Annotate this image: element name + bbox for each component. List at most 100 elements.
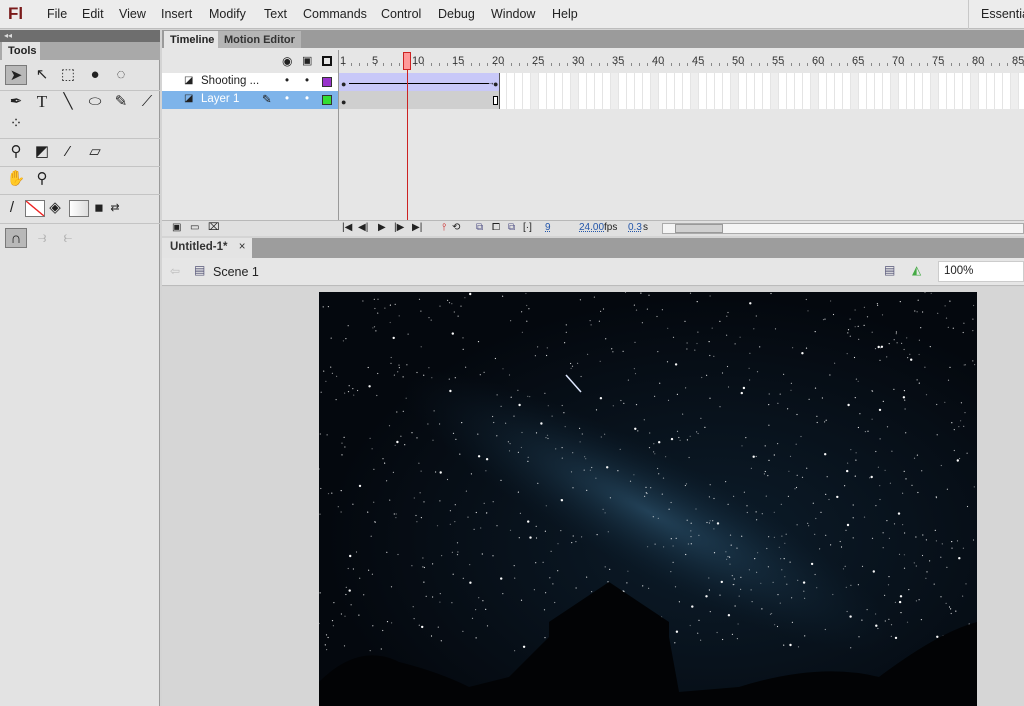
frame-cell[interactable]	[859, 91, 867, 109]
frame-cell[interactable]	[595, 91, 603, 109]
frame-cell[interactable]	[795, 91, 803, 109]
frame-cell[interactable]	[427, 91, 435, 109]
deco-tool-icon[interactable]: ⁘	[5, 114, 27, 134]
fill-color-swatch[interactable]	[69, 200, 89, 217]
frame-cell[interactable]	[443, 73, 451, 91]
black-white-icon[interactable]: ◼	[92, 198, 106, 218]
frame-cell[interactable]	[883, 91, 891, 109]
swap-colors-icon[interactable]: ⇄	[107, 198, 123, 218]
frame-cell[interactable]	[763, 73, 771, 91]
frame-cell[interactable]	[459, 73, 467, 91]
frame-cell[interactable]	[651, 91, 659, 109]
frame-cell[interactable]	[499, 91, 507, 109]
edit-symbols-icon[interactable]: ◭	[912, 263, 921, 277]
snap-to-objects-icon[interactable]: ∩	[5, 228, 27, 248]
frame-cell[interactable]	[1011, 73, 1019, 91]
frame-cell[interactable]	[635, 73, 643, 91]
frame-cell[interactable]	[891, 73, 899, 91]
onion-outlines-icon[interactable]: ⧠	[492, 222, 500, 233]
layer-row[interactable]: ◪ Shooting ... • •	[162, 73, 338, 91]
pen-tool-icon[interactable]: ✒	[5, 92, 27, 112]
tab-timeline[interactable]: Timeline	[164, 31, 221, 48]
eye-icon[interactable]: ◉	[282, 54, 292, 68]
frame-cell[interactable]	[739, 73, 747, 91]
frame-cell[interactable]	[531, 91, 539, 109]
frame-cell[interactable]	[1003, 91, 1011, 109]
frame-cell[interactable]	[1019, 73, 1024, 91]
frame-cell[interactable]	[787, 91, 795, 109]
frame-cell[interactable]	[699, 91, 707, 109]
frame-cell[interactable]	[963, 73, 971, 91]
frames-area[interactable]: 1 5 10 15 20 25 30 35 40 45 50 55 60 65 70 75 80 85 ● → ● ●	[338, 50, 1024, 220]
lock-dot[interactable]: •	[305, 93, 309, 105]
frame-cell[interactable]	[667, 73, 675, 91]
frame-cell[interactable]	[827, 73, 835, 91]
frame-cell[interactable]	[699, 73, 707, 91]
frame-cell[interactable]	[379, 91, 387, 109]
zoom-field[interactable]: 100%	[938, 261, 1024, 282]
frame-cell[interactable]	[523, 91, 531, 109]
frame-cell[interactable]	[579, 73, 587, 91]
close-tab-button[interactable]: ×	[239, 241, 246, 253]
frame-cell[interactable]	[675, 91, 683, 109]
frame-cell[interactable]	[955, 91, 963, 109]
frame-cell[interactable]	[931, 73, 939, 91]
workspace-switcher[interactable]: Essentials	[968, 0, 1024, 29]
selection-tool-icon[interactable]: ➤	[5, 65, 27, 85]
frame-cell[interactable]	[603, 91, 611, 109]
frame-cell[interactable]	[555, 91, 563, 109]
frame-cell[interactable]	[627, 73, 635, 91]
frame-cell[interactable]	[803, 91, 811, 109]
frame-cell[interactable]	[643, 91, 651, 109]
frame-cell[interactable]	[883, 73, 891, 91]
frame-cell[interactable]	[707, 73, 715, 91]
frame-cell[interactable]	[955, 73, 963, 91]
frame-cell[interactable]	[683, 73, 691, 91]
step-back-icon[interactable]: ◀|	[358, 222, 368, 233]
frame-cell[interactable]	[435, 73, 443, 91]
frame-cell[interactable]	[531, 73, 539, 91]
frame-cell[interactable]	[947, 73, 955, 91]
menu-commands[interactable]: Commands	[303, 7, 367, 21]
frame-cell[interactable]	[987, 73, 995, 91]
layer-name[interactable]: Layer 1	[201, 93, 239, 105]
frame-cell[interactable]	[483, 91, 491, 109]
frame-cell[interactable]	[627, 91, 635, 109]
frame-cell[interactable]	[419, 73, 427, 91]
frame-cell[interactable]	[451, 73, 459, 91]
menu-help[interactable]: Help	[552, 7, 578, 21]
frame-cell[interactable]	[963, 91, 971, 109]
frame-cell[interactable]	[643, 73, 651, 91]
outline-icon[interactable]	[322, 56, 332, 66]
frame-cell[interactable]	[539, 91, 547, 109]
menu-insert[interactable]: Insert	[161, 7, 192, 21]
new-folder-icon[interactable]: ▭	[190, 222, 199, 233]
menu-control[interactable]: Control	[381, 7, 421, 21]
frame-cell[interactable]	[451, 91, 459, 109]
3d-rotation-tool-icon[interactable]: ●	[84, 65, 106, 85]
frame-cell[interactable]	[995, 91, 1003, 109]
center-frame-icon[interactable]: ⫯	[442, 222, 446, 233]
frame-cell[interactable]	[355, 91, 363, 109]
menu-window[interactable]: Window	[491, 7, 535, 21]
frame-cell[interactable]	[651, 73, 659, 91]
brush-tool-icon[interactable]: ⟋	[136, 92, 158, 112]
frame-cell[interactable]	[603, 73, 611, 91]
frame-cell[interactable]	[803, 73, 811, 91]
frame-cell[interactable]	[995, 73, 1003, 91]
eraser-tool-icon[interactable]: ▱	[84, 142, 106, 162]
tab-motion-editor[interactable]: Motion Editor	[218, 31, 301, 48]
frame-cell[interactable]	[675, 73, 683, 91]
frame-cell[interactable]	[899, 91, 907, 109]
frame-cell[interactable]	[723, 73, 731, 91]
frame-cell[interactable]	[771, 73, 779, 91]
frame-cell[interactable]	[851, 73, 859, 91]
menu-text[interactable]: Text	[264, 7, 287, 21]
frame-cell[interactable]	[715, 91, 723, 109]
visibility-dot[interactable]: •	[285, 75, 289, 87]
frame-cell[interactable]	[747, 73, 755, 91]
visibility-dot[interactable]: •	[285, 93, 289, 105]
frame-cell[interactable]	[875, 91, 883, 109]
layer-row[interactable]: ◪ Layer 1 ✎ • •	[162, 91, 338, 109]
frame-cell[interactable]	[867, 73, 875, 91]
